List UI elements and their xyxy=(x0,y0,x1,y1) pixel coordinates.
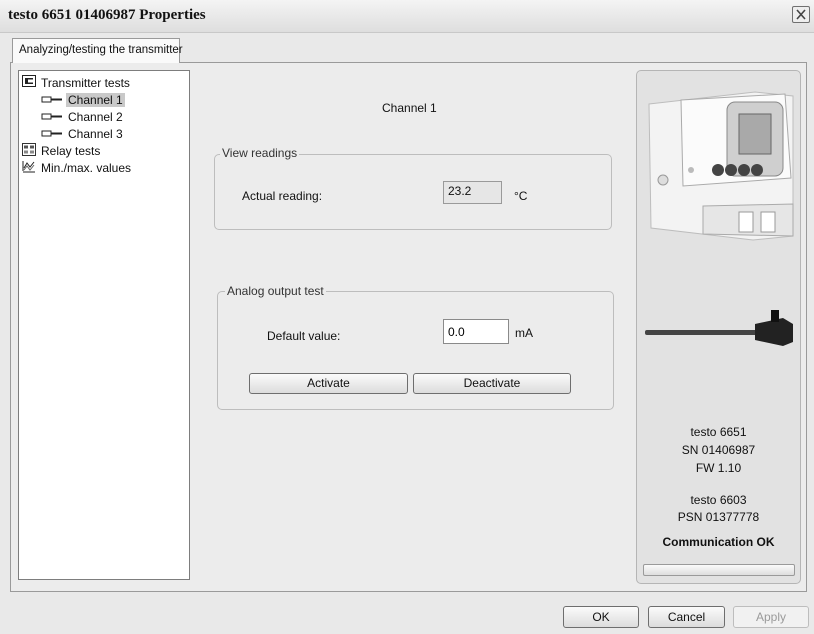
device-model: testo 6651 xyxy=(690,425,747,439)
tree-item-label: Transmitter tests xyxy=(41,75,130,90)
activate-button[interactable]: Activate xyxy=(249,373,408,394)
default-value-unit: mA xyxy=(515,326,533,340)
default-value-label: Default value: xyxy=(267,329,341,343)
tab-label: Analyzing/testing the transmitter xyxy=(19,44,183,56)
tab-analyzing[interactable]: Analyzing/testing the transmitter xyxy=(12,38,183,63)
actual-reading-label: Actual reading: xyxy=(242,189,323,203)
tree-item-channel-3[interactable]: Channel 3 xyxy=(22,125,189,142)
status-progress-bar xyxy=(643,564,795,576)
probe-image xyxy=(645,310,793,346)
tree-item-relay-tests[interactable]: Relay tests xyxy=(22,142,189,159)
deactivate-button[interactable]: Deactivate xyxy=(413,373,571,394)
close-button[interactable] xyxy=(792,6,810,23)
probe-serial: PSN 01377778 xyxy=(677,510,760,524)
tree-item-transmitter-tests[interactable]: Transmitter tests xyxy=(22,74,189,91)
tree-item-channel-1[interactable]: Channel 1 xyxy=(22,91,189,108)
ok-button[interactable]: OK xyxy=(563,606,639,628)
relay-icon xyxy=(22,142,36,159)
transmitter-image xyxy=(648,91,794,241)
probe-model: testo 6603 xyxy=(690,493,747,507)
device-serial: SN 01406987 xyxy=(681,443,756,457)
actual-reading-value: 23.2 xyxy=(443,181,502,204)
tree-item-label: Channel 3 xyxy=(68,126,123,141)
tree-item-minmax-values[interactable]: Min./max. values xyxy=(22,159,189,176)
close-icon xyxy=(796,9,806,20)
window-title: testo 6651 01406987 Properties xyxy=(8,7,206,23)
tree-item-label: Channel 1 xyxy=(66,92,125,107)
cancel-button[interactable]: Cancel xyxy=(648,606,725,628)
tree-item-label: Min./max. values xyxy=(41,160,132,175)
channel-icon xyxy=(41,110,63,124)
tree-item-label: Relay tests xyxy=(41,143,101,158)
apply-button[interactable]: Apply xyxy=(733,606,809,628)
default-value-input[interactable] xyxy=(443,319,509,344)
actual-reading-unit: °C xyxy=(514,189,528,203)
channel-icon xyxy=(41,127,63,141)
transmitter-icon xyxy=(22,75,36,90)
view-readings-legend: View readings xyxy=(220,146,300,160)
channel-icon xyxy=(41,93,63,107)
tree-view[interactable]: Transmitter tests Channel 1 Channel 2 Ch… xyxy=(18,70,190,580)
analog-output-legend: Analog output test xyxy=(225,284,326,298)
channel-heading: Channel 1 xyxy=(382,101,437,115)
tree-item-label: Channel 2 xyxy=(68,109,123,124)
communication-status: Communication OK xyxy=(662,535,775,549)
device-firmware: FW 1.10 xyxy=(695,461,742,475)
minmax-icon xyxy=(22,160,36,176)
tree-item-channel-2[interactable]: Channel 2 xyxy=(22,108,189,125)
